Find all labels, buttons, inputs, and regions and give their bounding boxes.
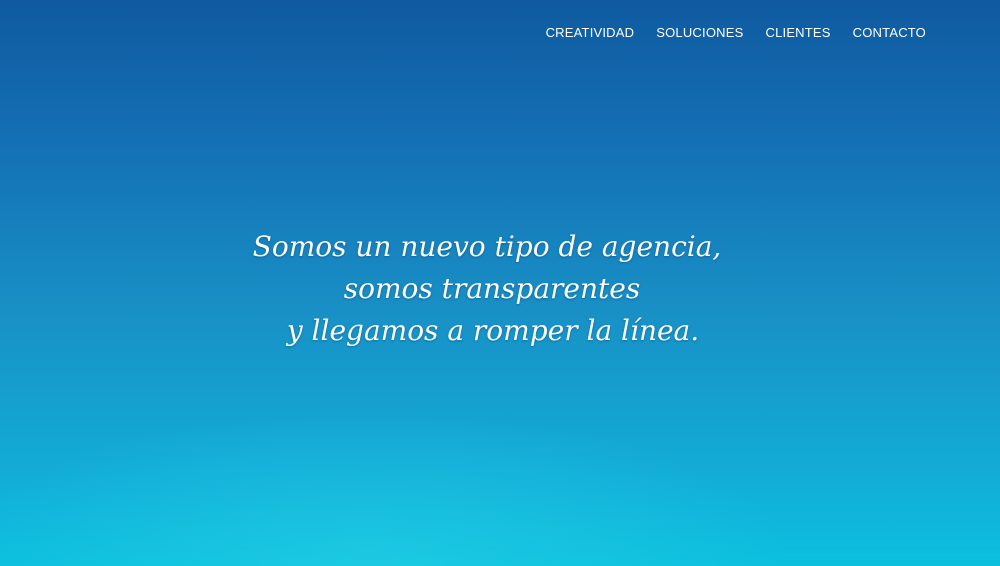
nav-link-clientes[interactable]: CLIENTES: [765, 25, 830, 40]
tagline-line-3: y llegamos a romper la línea.: [286, 314, 700, 347]
nav-link-contacto[interactable]: CONTACTO: [853, 25, 926, 40]
nav-item-creatividad: CREATIVIDAD: [546, 24, 635, 42]
tagline-line-2: somos transparentes: [343, 272, 641, 305]
hero-tagline: Somos un nuevo tipo de agencia, somos tr…: [0, 226, 992, 352]
nav-item-soluciones: SOLUCIONES: [656, 24, 743, 42]
tagline-line-1: Somos un nuevo tipo de agencia,: [252, 230, 722, 263]
nav-menu: CREATIVIDAD SOLUCIONES CLIENTES CONTACTO: [546, 24, 926, 42]
nav-link-soluciones[interactable]: SOLUCIONES: [656, 25, 743, 40]
nav-item-clientes: CLIENTES: [765, 24, 830, 42]
nav-item-contacto: CONTACTO: [853, 24, 926, 42]
nav-link-creatividad[interactable]: CREATIVIDAD: [546, 25, 635, 40]
hero-section: CREATIVIDAD SOLUCIONES CLIENTES CONTACTO…: [0, 0, 1000, 566]
